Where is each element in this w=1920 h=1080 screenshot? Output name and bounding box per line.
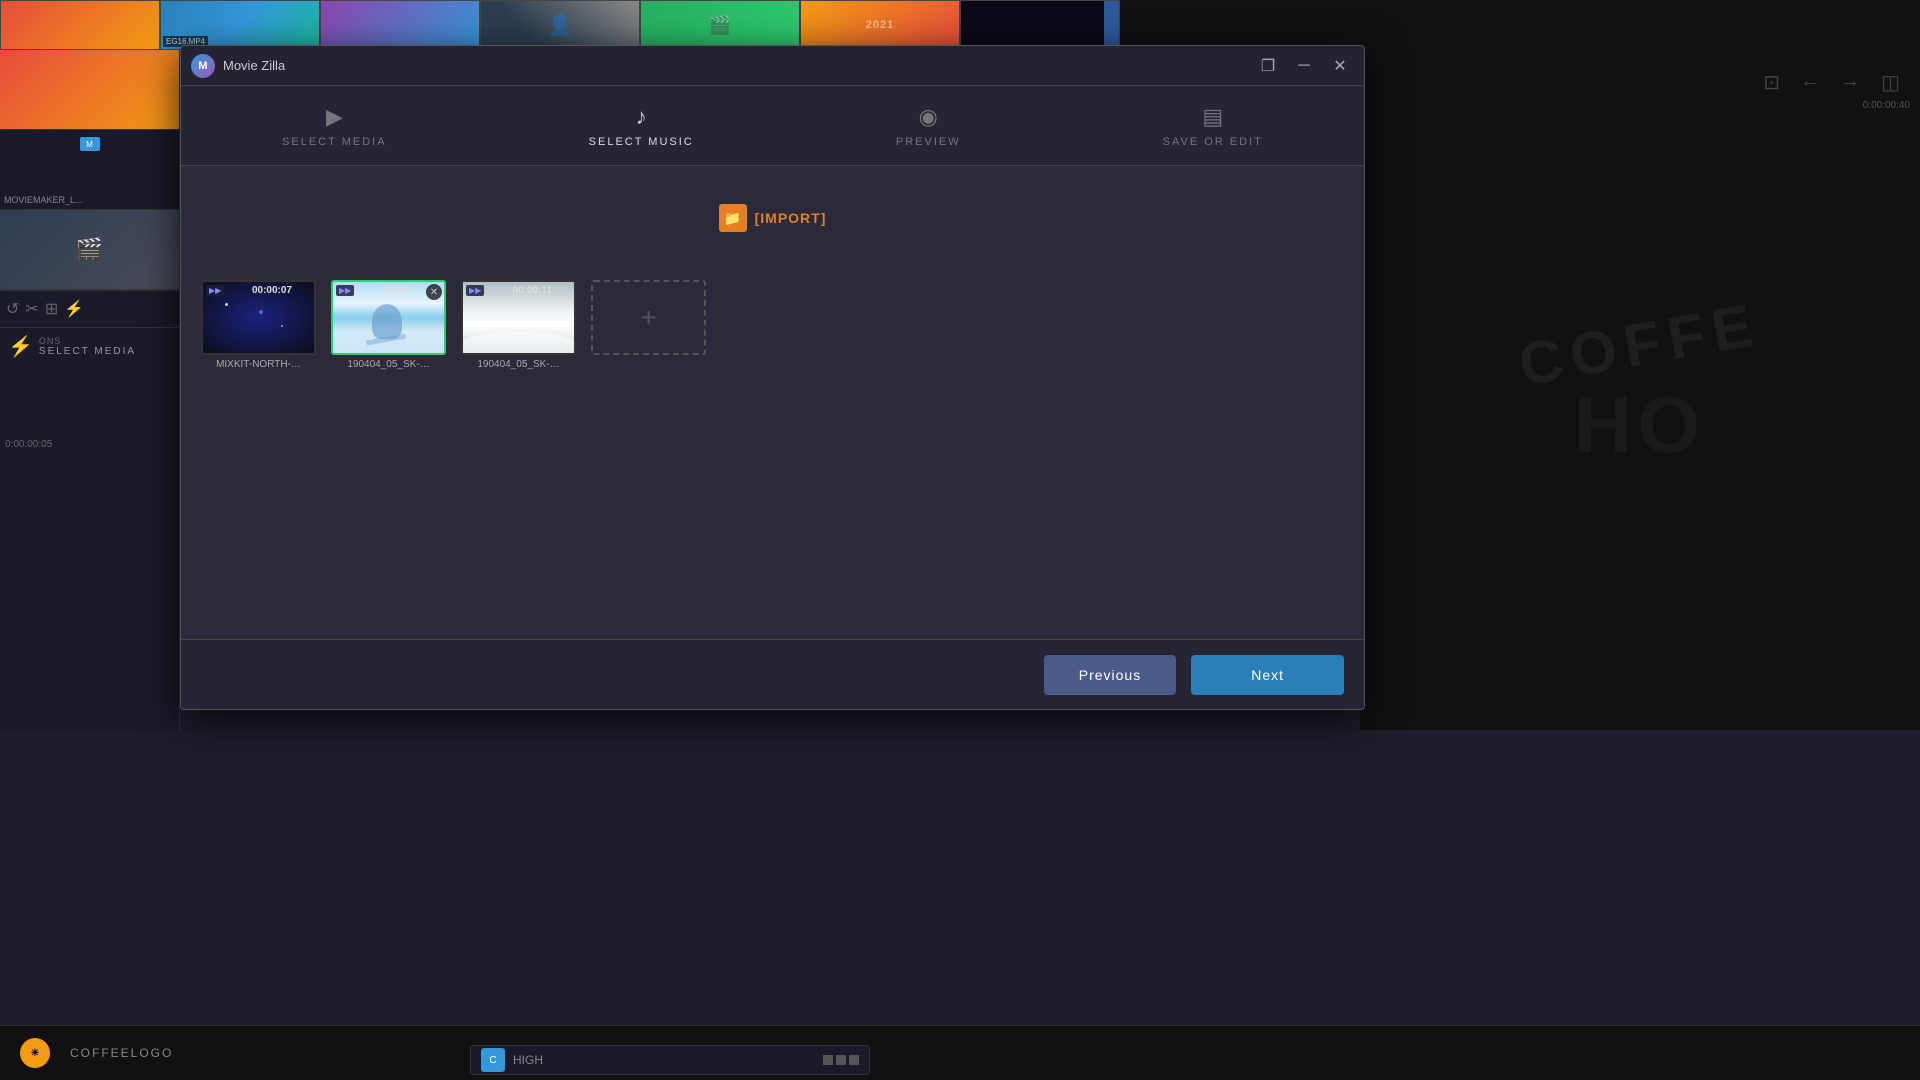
status-progress-bar: C HIGH [470,1045,870,1075]
media-badge-3: ▶▶ [466,285,484,296]
cut-icon[interactable]: ✂ [25,299,38,319]
status-progress-text: HIGH [513,1053,815,1067]
close-button[interactable]: ✕ [1326,52,1354,80]
select-media-label: SELECT MEDIA [282,136,387,148]
restore-button[interactable]: ❐ [1254,52,1282,80]
save-or-edit-label: SAVE OR EDIT [1163,136,1263,148]
sidebar-left: M MOVIEMAKER_L... 🎬 ↺ ✂ ⊞ ⚡ ⚡ ONS SELECT… [0,50,180,730]
select-music-icon: ♪ [636,104,647,130]
modal-window: M Movie Zilla ❐ ─ ✕ ▶ SELECT MEDIA ♪ SEL… [180,45,1365,710]
motion-label: SELECT MEDIA [39,346,136,357]
import-button[interactable]: 📁 [IMPORT] [703,196,843,240]
save-or-edit-icon: ▤ [1202,104,1223,130]
media-duration-1: 00:00:07 [252,285,292,296]
modal-footer: Previous Next [181,639,1364,709]
film-thumb-1[interactable] [0,0,160,50]
film-thumb-2[interactable]: EG16.MP4 [160,0,320,50]
right-desktop: COFFE HO ◫ → ← ⊡ 0:00:00:40 [1360,50,1920,730]
import-section: 📁 [IMPORT] [201,196,1344,240]
sidebar-thumb-3[interactable]: 🎬 [0,210,179,290]
preview-label: PREVIEW [896,136,961,148]
media-item-3[interactable]: ▶▶ 00:00:11 190404_05_SK-… [461,280,576,370]
step-save-or-edit[interactable]: ▤ SAVE OR EDIT [1163,104,1263,148]
toolbar-row: ↺ ✂ ⊞ ⚡ [0,290,179,328]
step-select-music[interactable]: ♪ SELECT MUSIC [589,104,694,148]
film-thumb-3[interactable] [320,0,480,50]
media-item-1[interactable]: ▶▶ 00:00:07 MIXKIT-NORTH-… [201,280,316,370]
film-thumb-7[interactable] [960,0,1120,50]
split-icon[interactable]: ⊞ [45,299,58,319]
media-close-2[interactable]: ✕ [426,284,442,300]
media-name-1: MIXKIT-NORTH-… [201,359,316,370]
media-badge-1: ▶▶ [206,285,224,296]
import-label: [IMPORT] [755,210,827,226]
motion-icon[interactable]: ⚡ [64,299,84,319]
filmstrip-top: EG16.MP4 👤 🎬 2021 [0,0,1920,50]
preview-icon: ◉ [919,104,938,130]
import-folder-icon: 📁 [719,204,747,232]
motion-section: ⚡ ONS SELECT MEDIA [0,328,179,365]
undo-icon[interactable]: ↺ [6,299,19,319]
add-media-icon: + [591,280,706,355]
previous-button[interactable]: Previous [1044,655,1176,695]
select-music-label: SELECT MUSIC [589,136,694,148]
add-media-placeholder[interactable]: + [591,280,706,370]
time-right: 0:00:00:40 [1863,100,1910,111]
step-select-media[interactable]: ▶ SELECT MEDIA [282,104,387,148]
steps-nav: ▶ SELECT MEDIA ♪ SELECT MUSIC ◉ PREVIEW … [181,86,1364,166]
media-thumb-2: ▶▶ 00:00:… ✕ [331,280,446,355]
media-thumb-1: ▶▶ 00:00:07 [201,280,316,355]
media-duration-3: 00:00:11 [513,285,552,296]
media-duration-2: 00:00:… [383,285,422,296]
media-badge-2: ▶▶ [336,285,354,296]
status-app-name: COFFEELOGO [70,1046,173,1060]
status-logo: ☀ [20,1038,50,1068]
right-text-2: HO [1574,379,1706,471]
sidebar-thumb-1[interactable] [0,50,179,130]
media-name-3: 190404_05_SK-… [461,359,576,370]
status-bar: ☀ COFFEELOGO C HIGH [0,1025,1920,1080]
app-logo: M [191,54,215,78]
film-thumb-5[interactable]: 🎬 [640,0,800,50]
minimize-button[interactable]: ─ [1290,52,1318,80]
title-bar: M Movie Zilla ❐ ─ ✕ [181,46,1364,86]
media-item-2[interactable]: ▶▶ 00:00:… ✕ 190404_05_SK-… [331,280,446,370]
film-thumb-6[interactable]: 2021 [800,0,960,50]
sidebar-label-moviemaker: MOVIEMAKER_L... [4,195,83,205]
window-controls: ❐ ─ ✕ [1254,52,1354,80]
media-name-2: 190404_05_SK-… [331,359,446,370]
next-button[interactable]: Next [1191,655,1344,695]
step-preview[interactable]: ◉ PREVIEW [896,104,961,148]
film-thumb-4[interactable]: 👤 [480,0,640,50]
modal-content: 📁 [IMPORT] ▶▶ [181,166,1364,639]
media-thumb-3: ▶▶ 00:00:11 [461,280,576,355]
sidebar-thumb-2[interactable]: M MOVIEMAKER_L... [0,130,179,210]
select-media-icon: ▶ [326,104,343,130]
app-title: Movie Zilla [223,58,1254,73]
media-grid: ▶▶ 00:00:07 MIXKIT-NORTH-… [201,270,1344,380]
timeline-time-left: 0:00:00:05 [5,439,52,450]
